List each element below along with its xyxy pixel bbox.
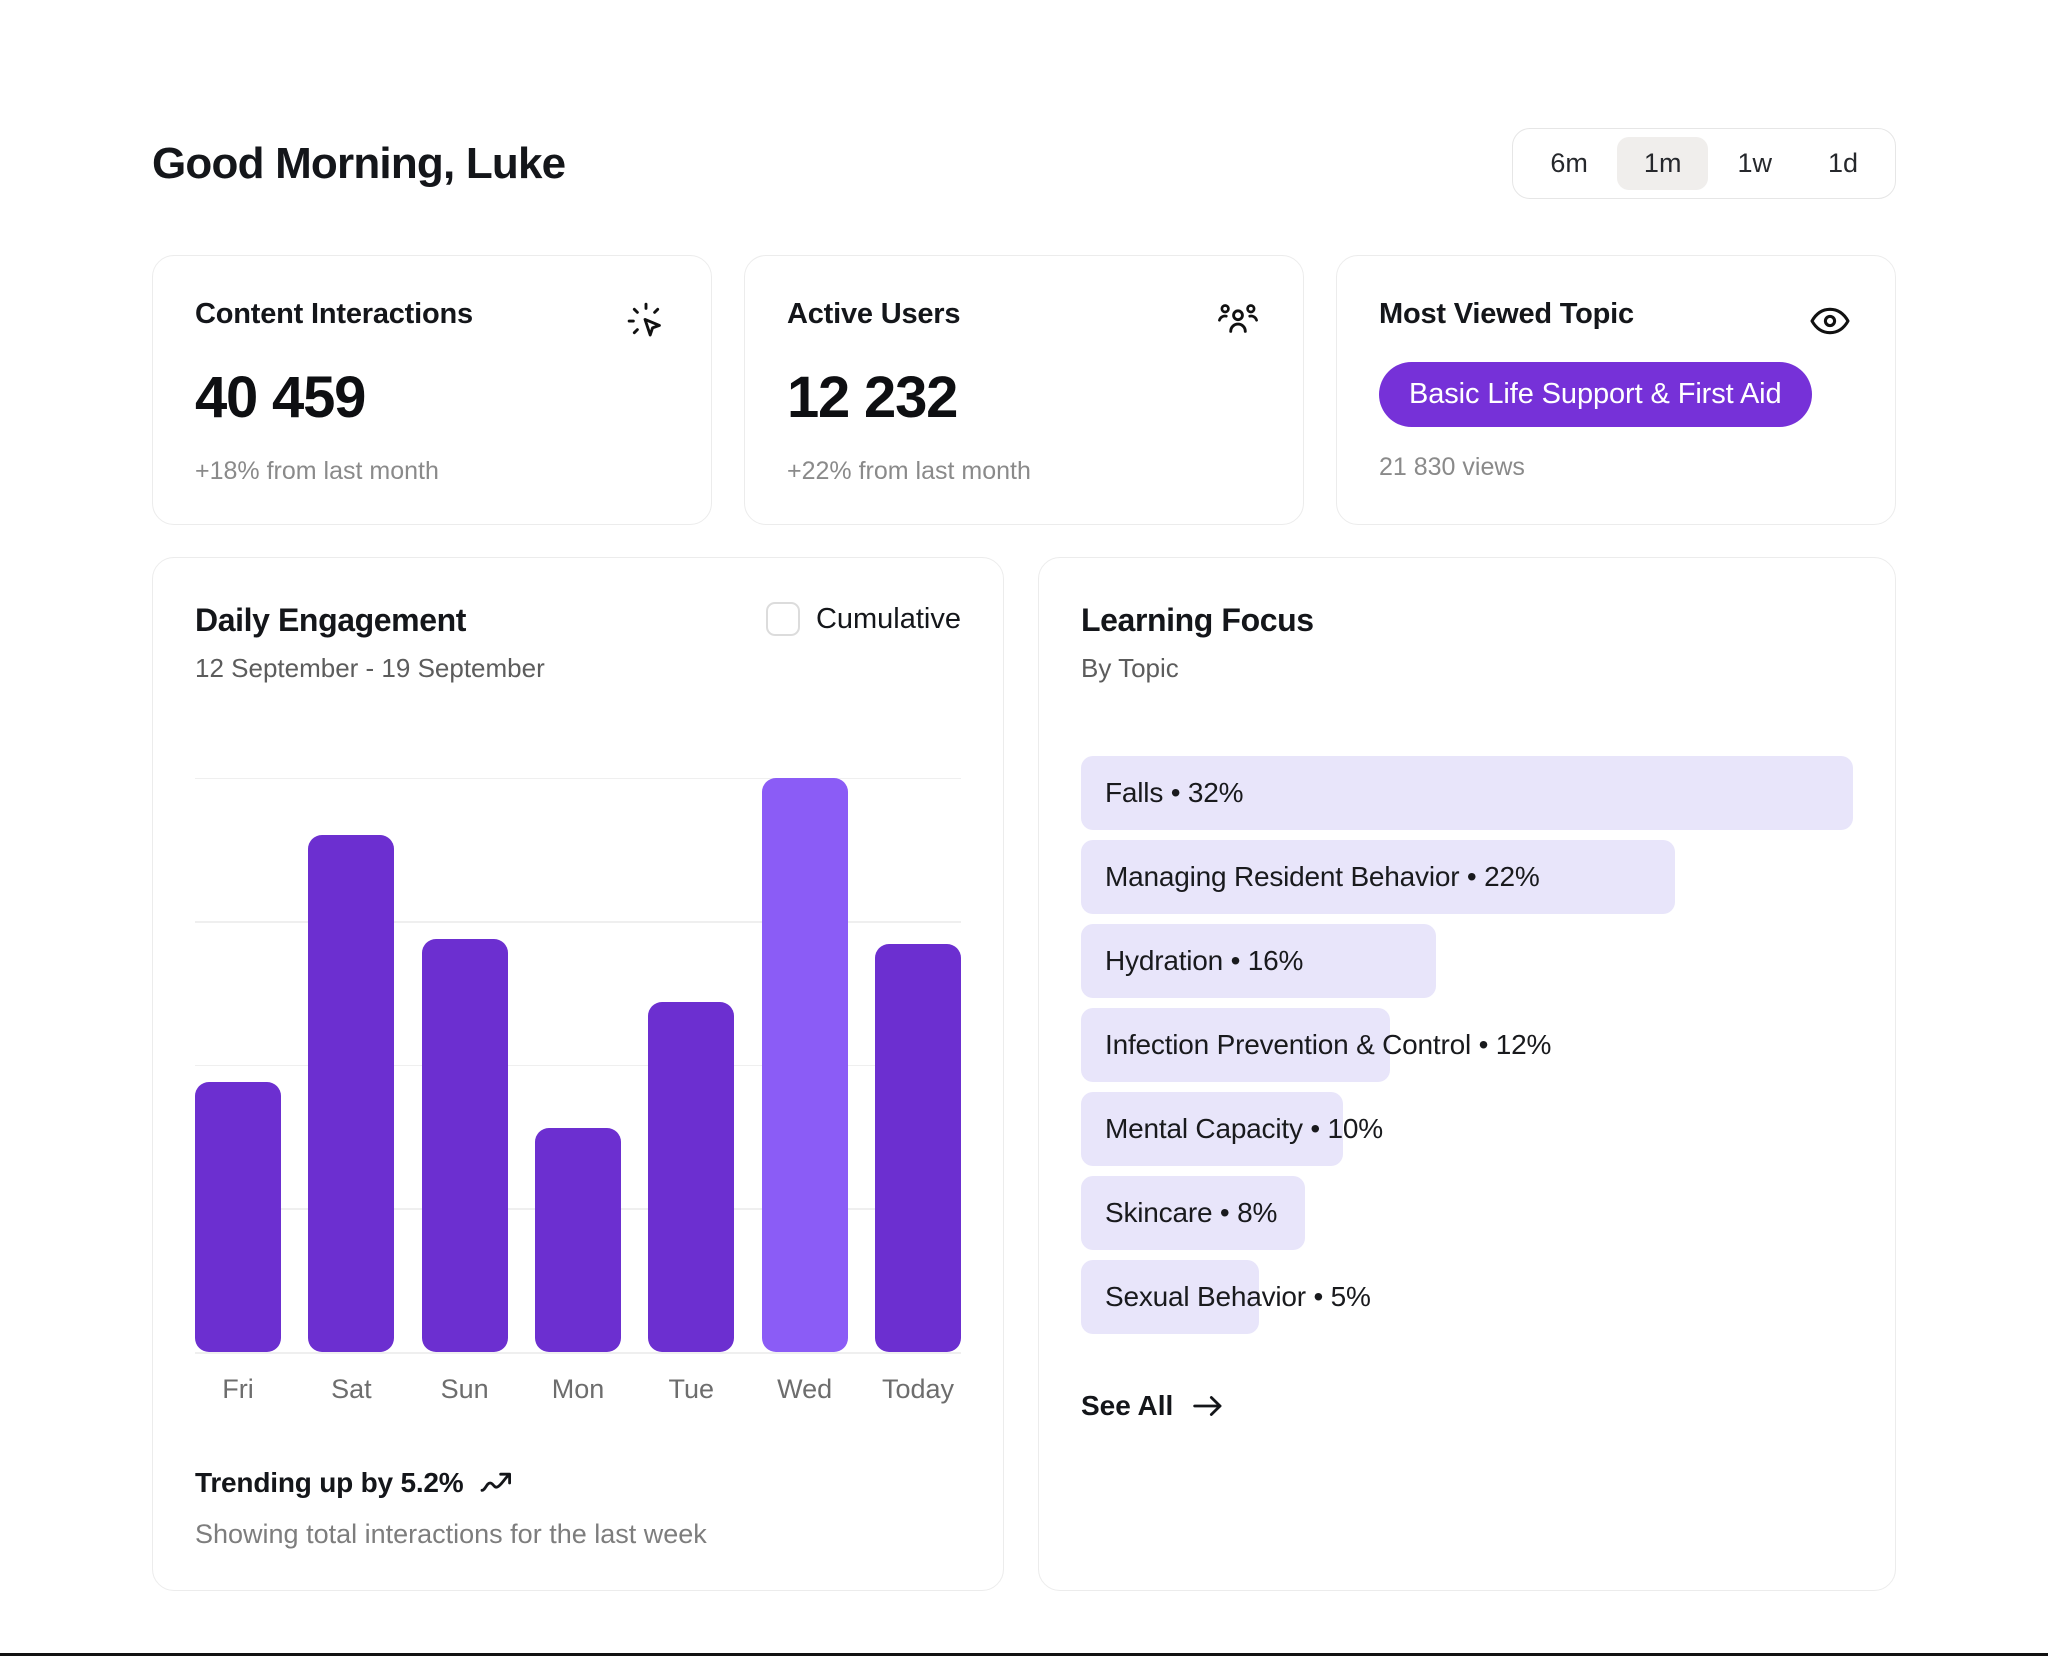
engagement-bar-chart	[195, 732, 961, 1354]
topic-label: Falls • 32%	[1105, 777, 1244, 808]
topic-label: Managing Resident Behavior • 22%	[1105, 861, 1540, 892]
see-all-label: See All	[1081, 1390, 1174, 1421]
chart-bar[interactable]	[308, 835, 395, 1352]
kpi-title: Content Interactions	[195, 298, 473, 330]
range-button-1m[interactable]: 1m	[1616, 137, 1709, 190]
kpi-card-header: Content Interactions	[195, 298, 669, 344]
chart-bar-column[interactable]	[421, 732, 508, 1352]
users-group-icon	[1215, 298, 1261, 344]
chart-bar-column[interactable]	[534, 732, 621, 1352]
trend-summary: Trending up by 5.2%	[195, 1467, 961, 1499]
range-button-6m[interactable]: 6m	[1523, 137, 1615, 190]
topic-label: Sexual Behavior • 5%	[1105, 1281, 1371, 1312]
cumulative-toggle[interactable]: Cumulative	[765, 602, 961, 636]
topic-row[interactable]: Falls • 32%	[1081, 756, 1853, 830]
daily-engagement-title: Daily Engagement	[195, 602, 467, 638]
chart-x-axis-labels: Fri Sat Sun Mon Tue Wed Today	[195, 1374, 961, 1405]
topic-label: Infection Prevention & Control • 12%	[1105, 1029, 1552, 1060]
see-all-link[interactable]: See All	[1081, 1390, 1853, 1422]
learning-focus-subtitle: By Topic	[1081, 653, 1179, 683]
daily-engagement-titles: Daily Engagement 12 September - 19 Septe…	[195, 602, 545, 684]
topic-row[interactable]: Hydration • 16%	[1081, 924, 1853, 998]
topic-row[interactable]: Managing Resident Behavior • 22%	[1081, 840, 1853, 914]
daily-engagement-daterange: 12 September - 19 September	[195, 653, 545, 683]
chart-bar[interactable]	[195, 1082, 281, 1352]
chart-bar-column[interactable]	[308, 732, 395, 1352]
chart-bars	[195, 732, 961, 1352]
kpi-card-1: Content Interactions 40 459 +18% from last…	[152, 255, 712, 525]
chart-bar[interactable]	[761, 777, 848, 1352]
chart-x-label: Wed	[777, 1374, 833, 1404]
learning-focus-title: Learning Focus	[1081, 602, 1314, 638]
most-viewed-topic-pill[interactable]: Basic Life Support & First Aid	[1379, 362, 1812, 427]
chart-footer: Trending up by 5.2% Showing total intera…	[195, 1467, 961, 1550]
topic-label: Hydration • 16%	[1105, 945, 1304, 976]
chart-x-label: Today	[881, 1374, 954, 1404]
cursor-click-icon	[623, 298, 669, 344]
chart-bar-column[interactable]	[648, 732, 735, 1352]
chart-bar[interactable]	[534, 1128, 621, 1352]
panel-row: Daily Engagement 12 September - 19 Septe…	[152, 557, 1896, 1591]
kpi-card-row: Content Interactions 40 459 +18% from last…	[152, 255, 1896, 525]
kpi-value: 40 459	[195, 365, 366, 430]
time-range-selector[interactable]: 6m 1m 1w 1d	[1512, 128, 1896, 199]
learning-focus-panel: Learning Focus By Topic Falls • 32% Manag…	[1038, 557, 1896, 1591]
arrow-right-icon	[1193, 1396, 1222, 1416]
daily-engagement-panel: Daily Engagement 12 September - 19 Septe…	[152, 557, 1004, 1591]
topic-row[interactable]: Sexual Behavior • 5%	[1081, 1260, 1853, 1334]
chart-bar[interactable]	[421, 938, 508, 1352]
dashboard-page: Good Morning, Luke 6m 1m 1w 1d Content Inte…	[0, 0, 2048, 1656]
kpi-card-header: Active Users	[787, 298, 1261, 344]
chart-bar-column[interactable]	[761, 732, 848, 1352]
chart-bar[interactable]	[648, 1001, 735, 1352]
eye-icon	[1807, 298, 1853, 344]
page-header: Good Morning, Luke 6m 1m 1w 1d	[152, 0, 1896, 199]
cumulative-checkbox[interactable]	[765, 602, 800, 636]
chart-bar-column[interactable]	[874, 732, 961, 1352]
cumulative-label: Cumulative	[815, 602, 961, 635]
page-title: Good Morning, Luke	[152, 138, 566, 188]
topic-label: Skincare • 8%	[1105, 1197, 1278, 1228]
daily-engagement-header: Daily Engagement 12 September - 19 Septe…	[195, 602, 961, 684]
topic-row[interactable]: Mental Capacity • 10%	[1081, 1092, 1853, 1166]
kpi-title: Most Viewed Topic	[1379, 298, 1634, 330]
kpi-card-header: Most Viewed Topic	[1379, 298, 1853, 344]
topic-row[interactable]: Skincare • 8%	[1081, 1176, 1853, 1250]
chart-x-label: Sat	[331, 1374, 372, 1404]
range-button-1d[interactable]: 1d	[1801, 137, 1885, 190]
chart-x-label: Sun	[440, 1374, 489, 1404]
chart-bar-column[interactable]	[195, 732, 281, 1352]
kpi-subtext: 21 830 views	[1379, 453, 1525, 481]
kpi-value: 12 232	[787, 365, 958, 430]
topic-list: Falls • 32% Managing Resident Behavior • …	[1081, 756, 1853, 1334]
topic-label: Mental Capacity • 10%	[1105, 1113, 1383, 1144]
trend-note: Showing total interactions for the last …	[195, 1519, 707, 1549]
topic-row[interactable]: Infection Prevention & Control • 12%	[1081, 1008, 1853, 1082]
kpi-subtext: +18% from last month	[195, 457, 439, 485]
kpi-title: Active Users	[787, 298, 961, 330]
range-button-1w[interactable]: 1w	[1710, 137, 1799, 190]
trend-text: Trending up by 5.2%	[195, 1467, 464, 1498]
kpi-subtext: +22% from last month	[787, 457, 1031, 485]
chart-baseline	[195, 1352, 961, 1354]
chart-bar[interactable]	[874, 944, 961, 1352]
kpi-card-3: Most Viewed Topic Basic Life Support & Fi…	[1336, 255, 1896, 525]
trending-up-icon	[481, 1472, 512, 1492]
chart-x-label: Fri	[222, 1374, 254, 1404]
chart-x-label: Mon	[551, 1374, 605, 1404]
chart-x-label: Tue	[668, 1374, 715, 1404]
kpi-card-2: Active Users 12 232 +22% from last month	[744, 255, 1304, 525]
